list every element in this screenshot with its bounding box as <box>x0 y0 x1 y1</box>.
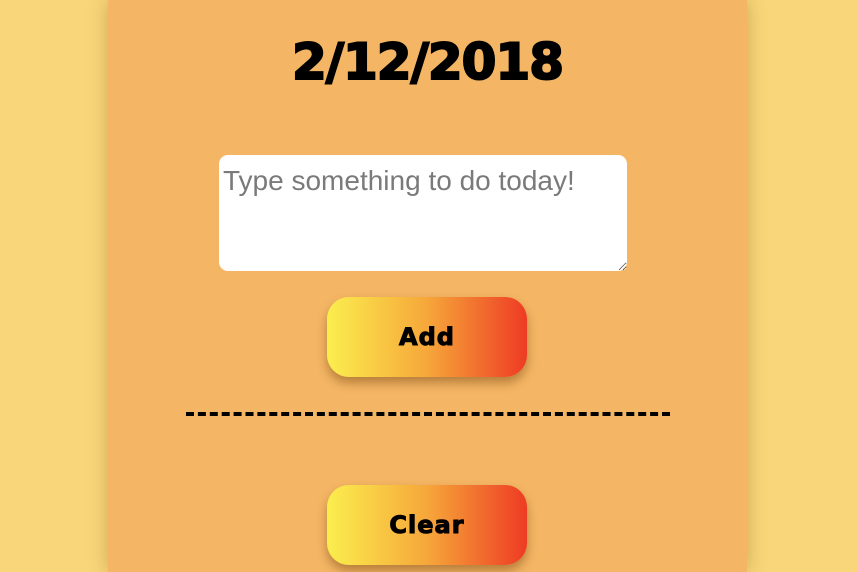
todo-input[interactable] <box>219 155 627 271</box>
date-heading: 2/12/2018 <box>291 32 565 92</box>
clear-button[interactable]: Clear <box>327 485 527 565</box>
add-button[interactable]: Add <box>327 297 527 377</box>
divider <box>186 412 670 416</box>
todo-card: 2/12/2018 Add Clear <box>108 0 747 572</box>
